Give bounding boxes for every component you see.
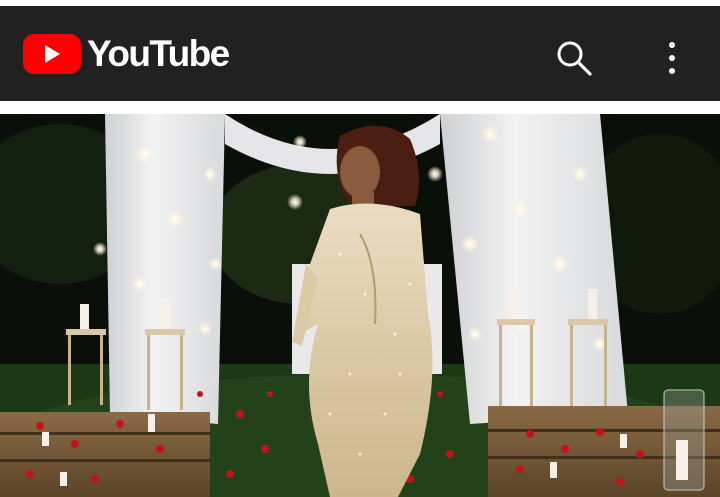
logo-wordmark: YouTube	[87, 33, 230, 74]
more-options-button[interactable]	[650, 36, 694, 80]
more-vertical-icon	[669, 42, 675, 74]
search-button[interactable]	[552, 36, 596, 80]
app-header: YouTube	[0, 6, 720, 101]
youtube-logo[interactable]: YouTube	[23, 33, 230, 74]
header-divider	[0, 101, 720, 114]
play-icon	[23, 34, 81, 74]
search-icon	[557, 41, 592, 76]
video-frame	[0, 114, 720, 497]
video-player[interactable]	[0, 114, 720, 497]
